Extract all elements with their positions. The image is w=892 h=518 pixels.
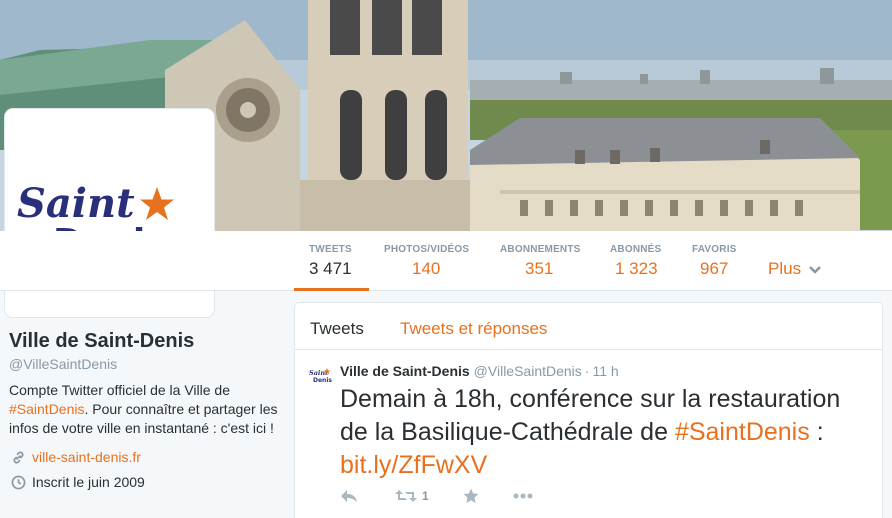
tab-tweets[interactable]: Tweets <box>310 319 364 339</box>
profile-bio: Compte Twitter officiel de la Ville de #… <box>9 381 279 438</box>
tweet-actions: 1 <box>340 488 533 504</box>
tweet-body: : <box>809 418 824 446</box>
stat-value: 351 <box>525 259 554 278</box>
retweet-button[interactable]: 1 <box>395 489 463 503</box>
stat-label: TWEETS <box>309 244 352 255</box>
stat-abonnements[interactable]: ABONNEMENTS 351 <box>500 231 595 290</box>
stat-value: 1 323 <box>615 259 658 278</box>
profile-card: Ville de Saint-Denis @VilleSaintDenis Co… <box>9 330 279 491</box>
profile-nav: TWEETS 3 471 PHOTOS/VIDÉOS 140 ABONNEMEN… <box>0 231 892 291</box>
profile-name[interactable]: Ville de Saint-Denis <box>9 330 279 353</box>
favorite-button[interactable] <box>463 488 513 504</box>
tweet-author-handle[interactable]: @VilleSaintDenis <box>474 363 582 379</box>
stat-label: PHOTOS/VIDÉOS <box>384 244 470 255</box>
stat-label: FAVORIS <box>692 244 737 255</box>
chevron-down-icon <box>808 265 821 274</box>
more-dots-icon <box>513 493 533 499</box>
reply-button[interactable] <box>340 489 395 503</box>
tweet-author-name[interactable]: Ville de Saint-Denis <box>340 363 470 379</box>
stat-value: 140 <box>412 259 441 278</box>
profile-joined: Inscrit le juin 2009 <box>32 474 145 490</box>
stat-label: ABONNEMENTS <box>500 244 581 255</box>
star-icon <box>463 488 479 503</box>
profile-handle[interactable]: @VilleSaintDenis <box>9 356 279 372</box>
calendar-icon <box>9 473 27 491</box>
tweet-text: Demain à 18h, conférence sur la restaura… <box>340 383 870 482</box>
tweet-url-link[interactable]: bit.ly/ZfFwXV <box>340 451 487 479</box>
stat-value: 3 471 <box>309 259 352 278</box>
link-icon <box>9 448 27 466</box>
more-label: Plus <box>768 259 802 278</box>
tweet-avatar[interactable]: Saint Denis <box>308 364 332 388</box>
more-actions-button[interactable] <box>513 493 533 499</box>
logo-text-saint: Saint <box>17 180 135 227</box>
retweet-count: 1 <box>422 489 429 503</box>
timeline-tabs: Tweets Tweets et réponses <box>295 303 882 350</box>
stat-abonnes[interactable]: ABONNÉS 1 323 <box>610 231 680 290</box>
stat-favoris[interactable]: FAVORIS 967 <box>692 231 752 290</box>
tweet-item[interactable]: Saint Denis Ville de Saint-Denis @VilleSa… <box>295 350 882 518</box>
profile-website-link[interactable]: ville-saint-denis.fr <box>32 449 141 465</box>
tab-tweets-and-replies[interactable]: Tweets et réponses <box>400 319 547 339</box>
bio-hashtag-link[interactable]: #SaintDenis <box>9 401 85 417</box>
stat-photos-videos[interactable]: PHOTOS/VIDÉOS 140 <box>384 231 484 290</box>
bio-text: Compte Twitter officiel de la Ville de <box>9 382 231 398</box>
tweet-header: Ville de Saint-Denis @VilleSaintDenis · 11 … <box>340 363 619 379</box>
tweet-timestamp[interactable]: 11 h <box>592 363 618 379</box>
timeline: Tweets Tweets et réponses Saint Denis Vi… <box>294 302 883 518</box>
profile-website-row: ville-saint-denis.fr <box>9 448 279 466</box>
reply-icon <box>341 490 357 502</box>
tweet-hashtag-link[interactable]: #SaintDenis <box>675 418 810 446</box>
profile-joined-row: Inscrit le juin 2009 <box>9 473 279 491</box>
stat-tweets[interactable]: TWEETS 3 471 <box>294 231 369 291</box>
logo-star-icon <box>140 187 174 220</box>
svg-text:Denis: Denis <box>313 377 332 384</box>
profile-page: Saint Denis TWEETS 3 471 PHOTOS/VIDÉOS 1… <box>0 0 892 518</box>
more-button[interactable]: Plus <box>768 259 821 279</box>
tweet-separator: · <box>584 363 590 379</box>
stat-value: 967 <box>700 259 729 278</box>
stat-label: ABONNÉS <box>610 244 662 255</box>
retweet-icon <box>395 490 417 502</box>
